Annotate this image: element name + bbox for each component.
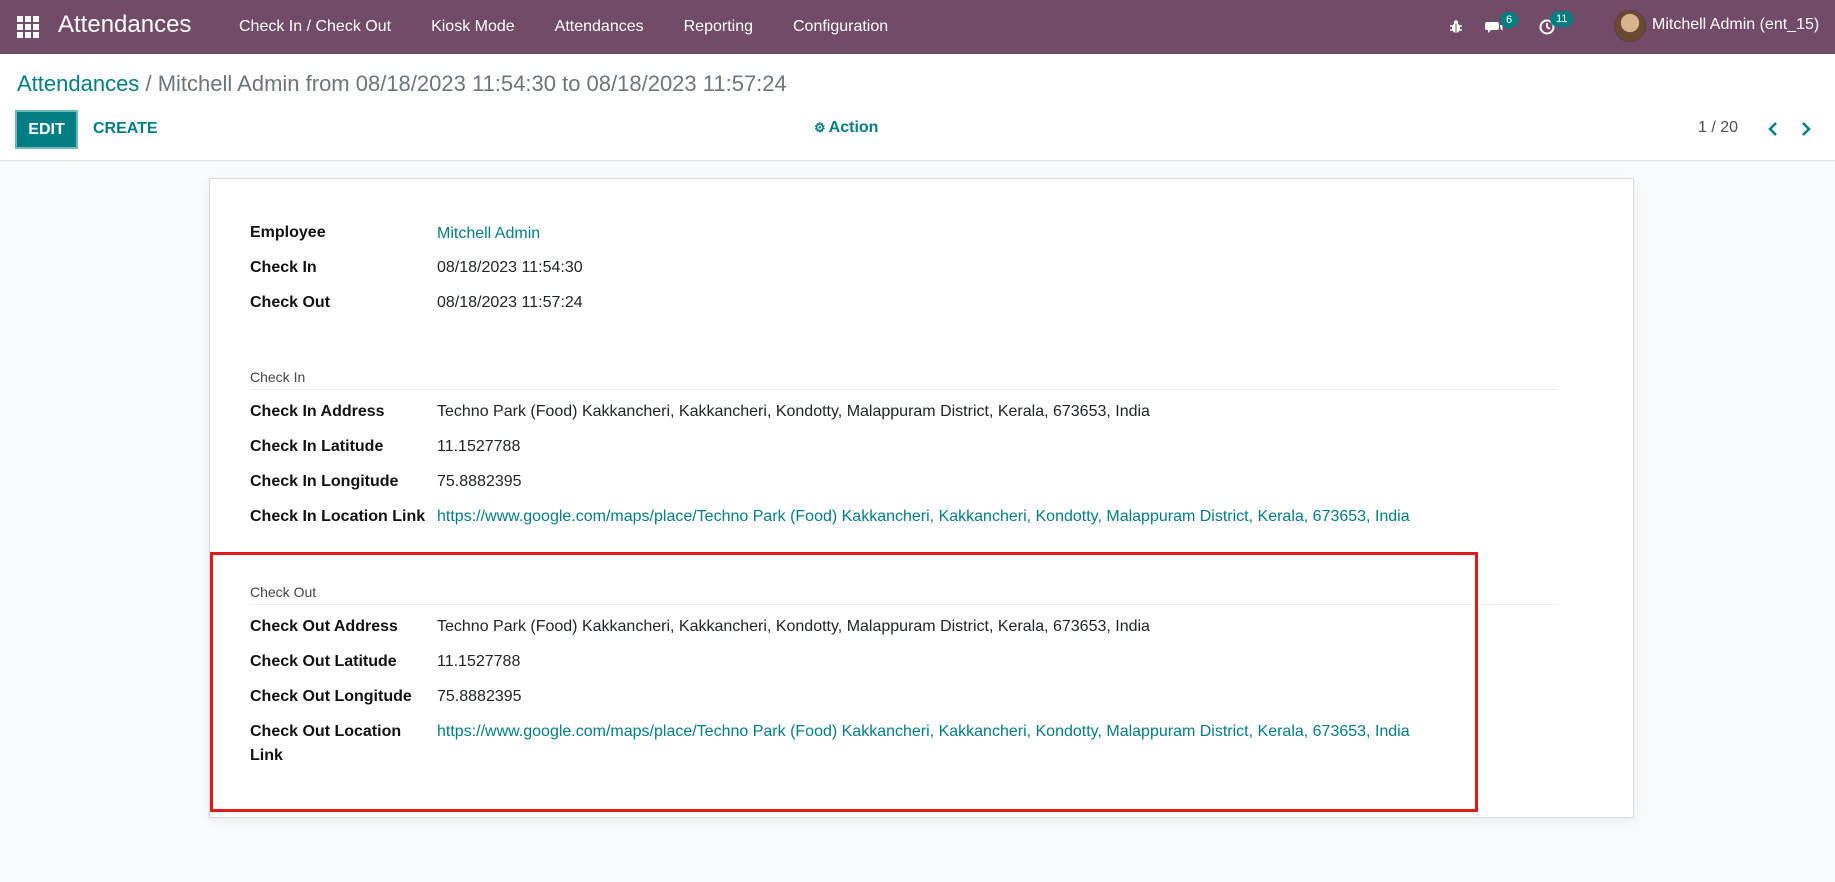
menu-item-kiosk-mode[interactable]: Kiosk Mode	[411, 0, 535, 54]
menu-item-attendances[interactable]: Attendances	[535, 0, 664, 54]
employee-label: Employee	[250, 224, 326, 241]
create-button[interactable]: CREATE	[93, 120, 158, 138]
user-menu[interactable]: Mitchell Admin (ent_15)	[1652, 16, 1819, 34]
menu-item-check-in-out[interactable]: Check In / Check Out	[219, 0, 411, 54]
gear-icon: ⚙	[814, 120, 826, 135]
section-divider	[250, 604, 1558, 605]
check-out-latitude-value: 11.1527788	[437, 653, 521, 670]
check-out-longitude-label: Check Out Longitude	[250, 688, 412, 705]
check-out-label: Check Out	[250, 294, 331, 311]
apps-grid-icon[interactable]	[16, 15, 40, 39]
bug-icon[interactable]	[1443, 14, 1469, 40]
section-divider	[250, 389, 1558, 390]
check-in-location-link[interactable]: https://www.google.com/maps/place/Techno…	[437, 505, 1410, 529]
check-in-address-label: Check In Address	[250, 403, 385, 420]
edit-button[interactable]: EDIT	[15, 110, 78, 149]
check-out-location-link-label: Check Out Location Link	[250, 720, 401, 768]
check-out-location-link-label-line2: Link	[250, 747, 283, 764]
check-in-section-title: Check In	[250, 369, 306, 385]
chevron-left-icon	[1768, 122, 1777, 136]
action-button[interactable]: ⚙ Action	[814, 119, 878, 137]
breadcrumb: Attendances / Mitchell Admin from 08/18/…	[17, 71, 787, 97]
check-in-value: 08/18/2023 11:54:30	[437, 259, 583, 276]
pager-previous-button[interactable]	[1763, 117, 1783, 141]
check-out-address-value: Techno Park (Food) Kakkancheri, Kakkanch…	[437, 618, 1150, 635]
check-out-longitude-value: 75.8882395	[437, 688, 522, 705]
check-out-value: 08/18/2023 11:57:24	[437, 294, 583, 311]
check-out-section-title: Check Out	[250, 584, 317, 600]
check-in-label: Check In	[250, 259, 317, 276]
check-in-location-link-label: Check In Location Link	[250, 508, 426, 525]
check-in-longitude-label: Check In Longitude	[250, 473, 399, 490]
breadcrumb-separator: /	[145, 71, 152, 96]
top-navbar: Attendances Check In / Check Out Kiosk M…	[0, 0, 1835, 54]
check-out-location-link[interactable]: https://www.google.com/maps/place/Techno…	[437, 720, 1410, 744]
avatar[interactable]	[1614, 10, 1646, 42]
employee-field[interactable]: Mitchell Admin	[437, 222, 540, 246]
check-out-latitude-label: Check Out Latitude	[250, 653, 397, 670]
chevron-right-icon	[1802, 122, 1811, 136]
check-in-latitude-label: Check In Latitude	[250, 438, 384, 455]
messages-badge: 6	[1500, 12, 1519, 28]
pager-value[interactable]: 1 / 20	[1698, 119, 1738, 137]
menu-item-reporting[interactable]: Reporting	[664, 0, 773, 54]
activities-badge: 11	[1550, 11, 1574, 27]
pager-next-button[interactable]	[1796, 117, 1816, 141]
check-in-latitude-value: 11.1527788	[437, 438, 521, 455]
breadcrumb-current: Mitchell Admin from 08/18/2023 11:54:30 …	[157, 71, 787, 96]
control-panel: Attendances / Mitchell Admin from 08/18/…	[0, 54, 1835, 161]
menu-item-configuration[interactable]: Configuration	[773, 0, 908, 54]
breadcrumb-attendances[interactable]: Attendances	[17, 71, 139, 96]
form-sheet: Employee Mitchell Admin Check In 08/18/2…	[209, 178, 1634, 818]
check-out-location-link-label-line1: Check Out Location	[250, 723, 402, 740]
app-title[interactable]: Attendances	[58, 11, 191, 39]
check-in-address-value: Techno Park (Food) Kakkancheri, Kakkanch…	[437, 403, 1150, 420]
main-menu: Check In / Check Out Kiosk Mode Attendan…	[219, 0, 908, 54]
check-in-longitude-value: 75.8882395	[437, 473, 522, 490]
action-label: Action	[828, 119, 879, 136]
check-out-address-label: Check Out Address	[250, 618, 398, 635]
